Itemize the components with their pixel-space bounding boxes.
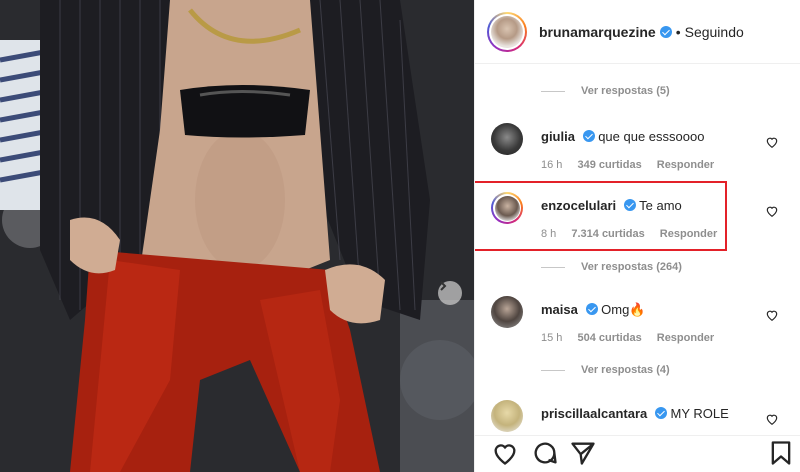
view-replies-button[interactable]: Ver respostas (4) [541, 364, 670, 376]
verified-badge-icon [585, 303, 598, 315]
next-arrow-icon [440, 281, 447, 291]
verified-badge-icon [659, 25, 672, 38]
view-replies-label: Ver respostas (5) [581, 85, 670, 97]
verified-badge-icon [654, 407, 667, 419]
heart-icon[interactable] [765, 412, 779, 426]
comment-time[interactable]: 16 h [541, 159, 562, 171]
bookmark-icon[interactable] [767, 439, 795, 467]
heart-icon[interactable] [765, 204, 779, 218]
view-replies-button[interactable]: Ver respostas (5) [541, 85, 670, 97]
post-photo [0, 0, 474, 472]
comment-text: MY ROLE [670, 406, 729, 421]
comment-likes[interactable]: 349 curtidas [577, 159, 641, 171]
follow-status-button[interactable]: Seguindo [685, 24, 744, 40]
commenter-username[interactable]: giulia [541, 129, 575, 144]
commenter-avatar[interactable] [491, 123, 523, 155]
author-username[interactable]: brunamarquezine [539, 24, 656, 40]
separator-dot: • [675, 23, 681, 40]
view-replies-label: Ver respostas (4) [581, 364, 670, 376]
share-icon[interactable] [569, 439, 597, 467]
commenter-avatar[interactable] [491, 400, 523, 432]
reply-button[interactable]: Responder [657, 332, 714, 344]
heart-icon[interactable] [765, 135, 779, 149]
commenter-avatar[interactable] [491, 296, 523, 328]
highlight-box [475, 181, 727, 251]
comment-text: que que esssoooo [598, 129, 705, 144]
comment-likes[interactable]: 504 curtidas [577, 332, 641, 344]
reply-button[interactable]: Responder [657, 159, 714, 171]
post-actions-bar [475, 435, 800, 472]
author-avatar[interactable] [487, 11, 527, 52]
commenter-username[interactable]: priscillaalcantara [541, 406, 647, 421]
post-image [0, 0, 474, 472]
next-photo-button[interactable] [438, 281, 462, 305]
heart-icon[interactable] [765, 308, 779, 322]
comment-text: Omg🔥 [601, 302, 646, 317]
post-panel: brunamarquezine • Seguindo Ver respostas… [474, 0, 800, 472]
commenter-username[interactable]: maisa [541, 302, 578, 317]
heart-icon[interactable] [491, 439, 519, 467]
view-replies-button[interactable]: Ver respostas (264) [541, 261, 682, 273]
view-replies-label: Ver respostas (264) [581, 261, 682, 273]
comment-time[interactable]: 15 h [541, 332, 562, 344]
comments-list: Ver respostas (5) giulia que que esssooo… [475, 65, 800, 435]
verified-badge-icon [582, 130, 595, 142]
post-header: brunamarquezine • Seguindo [475, 0, 800, 64]
comment-icon[interactable] [531, 439, 559, 467]
